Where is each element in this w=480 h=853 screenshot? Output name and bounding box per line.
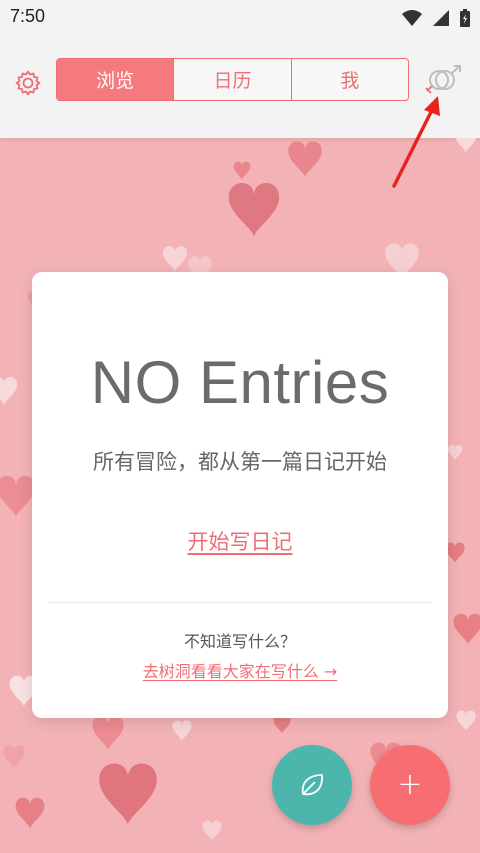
tab-calendar[interactable]: 日历: [174, 59, 292, 100]
leaf-icon: [301, 774, 323, 796]
signal-icon: [433, 10, 449, 26]
empty-state-card: NO Entries 所有冒险，都从第一篇日记开始 开始写日记 不知道写什么？ …: [32, 272, 448, 718]
annotation-arrow: [392, 96, 440, 188]
status-icons: [402, 8, 470, 28]
battery-icon: [460, 9, 470, 27]
treehole-link[interactable]: 去树洞看看大家在写什么 →: [32, 658, 448, 682]
settings-gear-icon: [15, 70, 41, 96]
tab-browse[interactable]: 浏览: [57, 59, 175, 100]
main-tabs: 浏览 日历 我: [56, 58, 409, 101]
empty-subtitle: 所有冒险，都从第一篇日记开始: [93, 450, 387, 474]
empty-title: NO Entries: [90, 349, 390, 416]
status-time: 7:50: [10, 6, 46, 26]
treehole-fab[interactable]: [272, 745, 352, 825]
card-divider: [48, 602, 432, 603]
prompt-question: 不知道写什么？: [183, 632, 296, 651]
wifi-icon: [402, 10, 422, 26]
status-bar: 7:50: [0, 0, 480, 36]
start-diary-link[interactable]: 开始写日记: [32, 526, 448, 556]
settings-button[interactable]: [14, 69, 42, 97]
add-icon: +: [397, 767, 423, 802]
add-entry-fab[interactable]: +: [370, 745, 450, 825]
